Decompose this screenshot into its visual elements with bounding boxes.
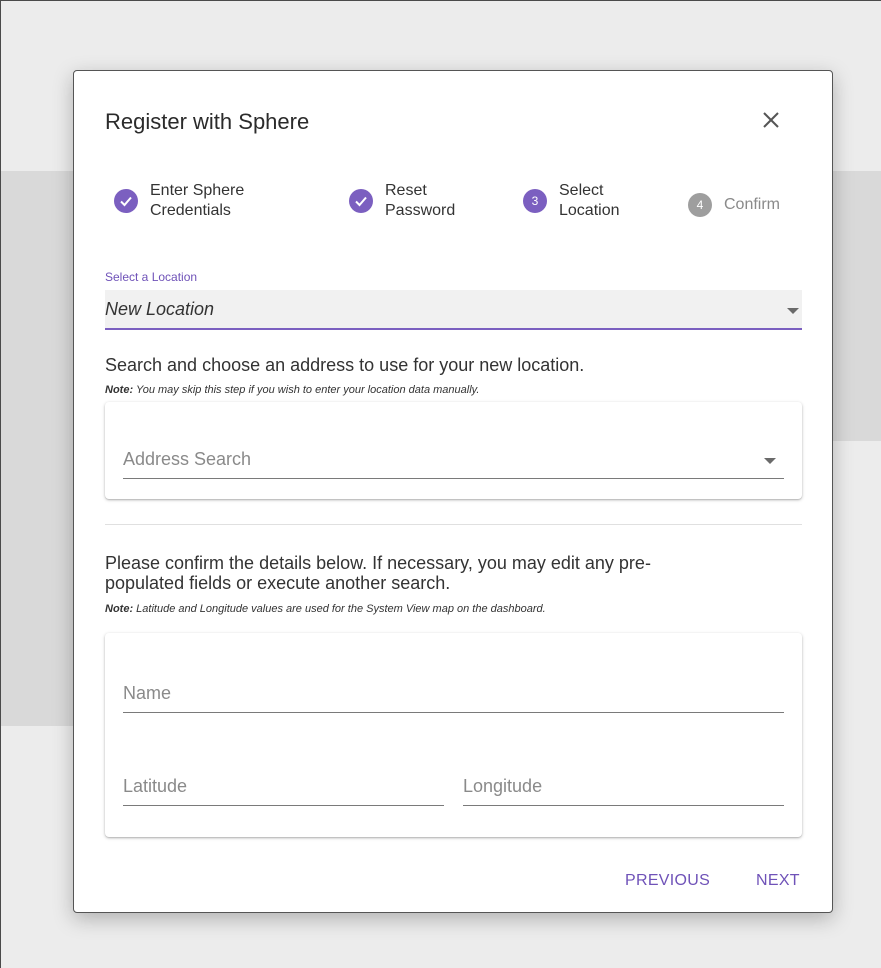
previous-button[interactable]: PREVIOUS [625,872,710,890]
longitude-placeholder: Longitude [463,776,543,796]
step-label: Enter Sphere Credentials [150,181,260,221]
step-label-line2: Credentials [150,202,231,219]
step-complete-badge [114,189,138,213]
backdrop-panel-right [833,171,881,441]
address-search-input[interactable]: Address Search [123,443,784,479]
latitude-input[interactable]: Latitude [123,770,444,806]
section-divider [105,524,802,525]
backdrop-panel-left [1,171,73,726]
next-button[interactable]: NEXT [756,872,800,890]
step-reset-password: Reset Password [349,181,495,221]
dropdown-arrow-icon [764,458,776,464]
address-note: Note: You may skip this step if you wish… [105,384,479,396]
details-instruction-line2: populated fields or execute another sear… [105,573,451,593]
registration-stepper: Enter Sphere Credentials Reset Password … [114,181,804,231]
register-dialog: Register with Sphere Enter Sphere Creden… [73,70,833,913]
address-search-card: Address Search [105,402,802,499]
dropdown-arrow-icon [787,308,799,314]
address-instruction: Search and choose an address to use for … [105,355,585,375]
close-icon [763,112,779,128]
step-label-line2: Password [385,202,456,219]
address-search-placeholder: Address Search [123,449,252,469]
location-select[interactable]: New Location [105,290,802,330]
note-text: You may skip this step if you wish to en… [133,384,480,396]
step-label-line1: Reset [385,182,427,199]
note-text: Latitude and Longitude values are used f… [133,603,546,615]
latitude-placeholder: Latitude [123,776,188,796]
step-label-line2: Location [559,202,620,219]
details-note: Note: Latitude and Longitude values are … [105,603,546,615]
step-number-badge: 3 [523,189,547,213]
note-prefix: Note: [105,603,134,615]
close-button[interactable] [758,107,784,133]
step-select-location: 3 Select Location [523,181,669,221]
step-number-badge: 4 [688,193,712,217]
step-label: Confirm [724,196,781,213]
check-icon [120,196,132,207]
name-placeholder: Name [123,683,172,703]
details-instruction: Please confirm the details below. If nec… [105,553,651,593]
step-label-line1: Enter Sphere [150,182,245,199]
longitude-input[interactable]: Longitude [463,770,784,806]
step-label-line1: Select [559,182,604,199]
step-confirm: 4 Confirm [688,193,834,217]
details-instruction-line1: Please confirm the details below. If nec… [105,553,651,573]
select-location-label: Select a Location [105,270,198,284]
dialog-title: Register with Sphere [105,109,310,134]
note-prefix: Note: [105,384,134,396]
step-label: Select Location [559,181,669,221]
name-input[interactable]: Name [123,677,784,713]
step-complete-badge [349,189,373,213]
location-details-card: Name Latitude Longitude [105,633,802,837]
step-label: Reset Password [385,181,495,221]
check-icon [355,196,367,207]
location-select-value: New Location [105,299,215,319]
step-enter-credentials: Enter Sphere Credentials [114,181,260,221]
